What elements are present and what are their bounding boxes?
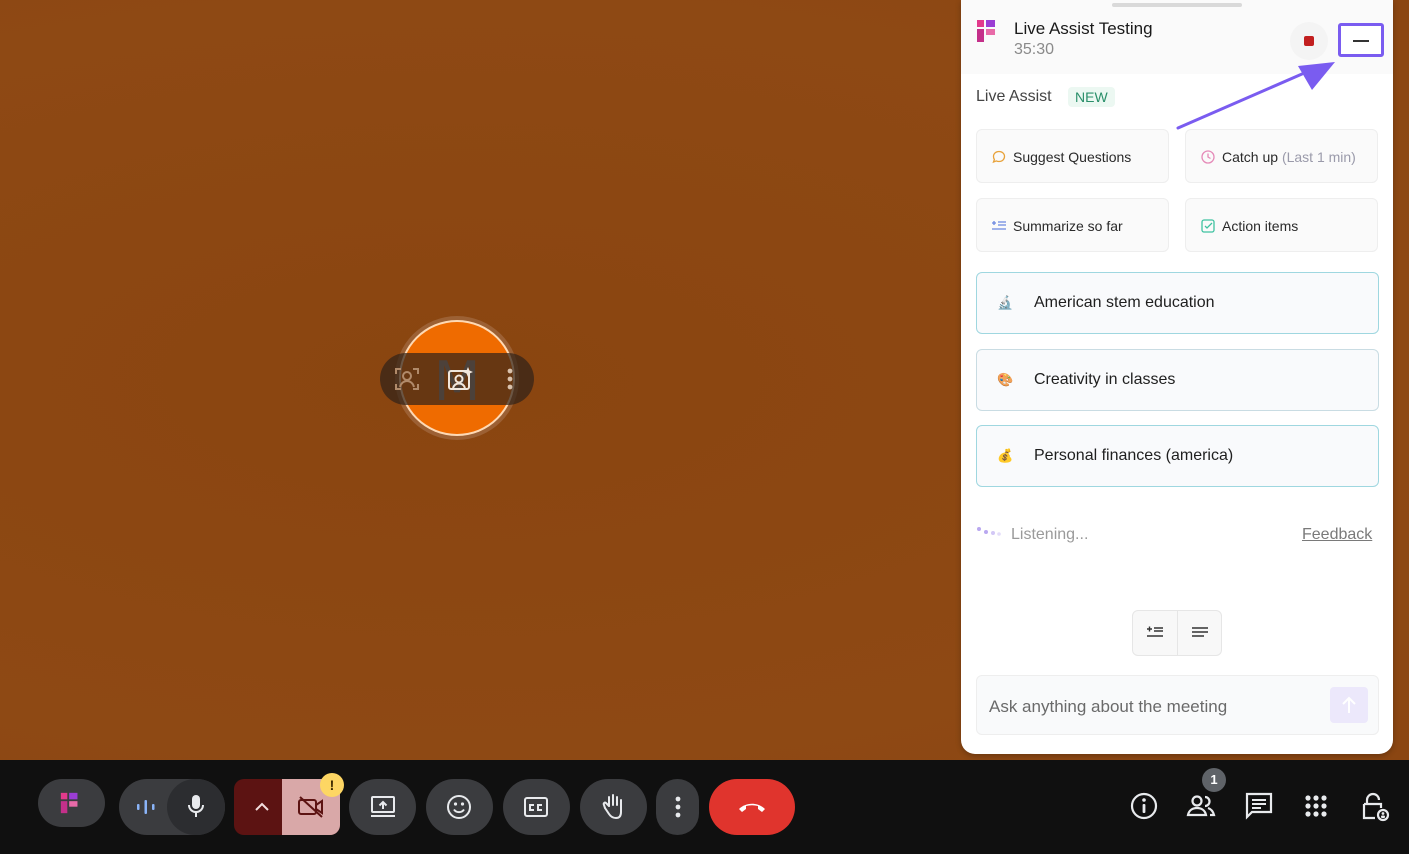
more-options-button[interactable]	[656, 779, 699, 835]
present-screen-icon	[371, 796, 395, 817]
new-badge: NEW	[1068, 87, 1115, 107]
transcript-mode-button[interactable]	[1178, 611, 1222, 655]
drag-handle[interactable]	[1112, 3, 1242, 7]
ask-input[interactable]	[987, 694, 1321, 720]
catch-up-button[interactable]: Catch up (Last 1 min)	[1185, 129, 1378, 183]
emoji-icon	[447, 795, 471, 819]
reactions-button[interactable]	[426, 779, 493, 835]
suggest-questions-button[interactable]: Suggest Questions	[976, 129, 1169, 183]
arrow-up-icon	[1342, 696, 1356, 713]
host-controls-lock-icon[interactable]	[1358, 790, 1390, 822]
activities-grid-icon[interactable]	[1300, 790, 1332, 822]
chip-suffix: (Last 1 min)	[1281, 149, 1356, 165]
chip-label-group: Catch up (Last 1 min)	[1222, 149, 1356, 165]
topic-label: Personal finances (america)	[1034, 447, 1234, 464]
chip-label: Summarize so far	[1013, 218, 1123, 234]
people-icon[interactable]	[1185, 790, 1217, 822]
chat-bubble-icon	[991, 149, 1007, 165]
palette-icon: 🎨	[997, 372, 1014, 387]
microphone-icon	[187, 795, 205, 817]
raise-hand-icon	[602, 794, 622, 820]
minimize-icon	[1353, 40, 1369, 42]
chip-label: Suggest Questions	[1013, 149, 1132, 165]
summary-mode-button[interactable]	[1133, 611, 1178, 655]
summary-list-icon	[991, 218, 1007, 234]
section-title: Live Assist	[976, 88, 1052, 105]
hang-up-icon	[739, 803, 765, 812]
chip-label: Action items	[1222, 218, 1299, 234]
tile-hover-toolbar	[380, 353, 534, 405]
ask-box	[976, 675, 1379, 735]
topic-card[interactable]: 🔬 American stem education	[976, 272, 1379, 334]
meeting-controls-bar: ! 1	[0, 760, 1409, 854]
microphone-button[interactable]	[167, 779, 225, 835]
topic-label: Creativity in classes	[1034, 371, 1176, 388]
chat-icon[interactable]	[1243, 790, 1275, 822]
microscope-icon: 🔬	[997, 295, 1014, 310]
participants-count-badge: 1	[1202, 768, 1226, 792]
feedback-link[interactable]: Feedback	[1302, 526, 1372, 544]
action-items-button[interactable]: Action items	[1185, 198, 1378, 252]
send-button[interactable]	[1330, 687, 1368, 723]
listening-status: Listening...	[1011, 526, 1089, 543]
view-mode-toggle	[1132, 610, 1222, 656]
chevron-up-icon[interactable]	[254, 802, 270, 812]
visual-effects-icon[interactable]	[446, 365, 474, 393]
raise-hand-button[interactable]	[580, 779, 647, 835]
stop-icon	[1304, 36, 1314, 46]
topic-card[interactable]: 💰 Personal finances (america)	[976, 425, 1379, 487]
present-screen-button[interactable]	[349, 779, 416, 835]
recording-timer: 35:30	[1014, 41, 1055, 58]
audio-level-icon	[137, 800, 155, 814]
listening-dots-icon	[976, 526, 1002, 540]
meeting-info-icon[interactable]	[1128, 790, 1160, 822]
summary-list-icon	[1147, 626, 1163, 637]
captions-button[interactable]	[503, 779, 570, 835]
money-bag-icon: 💰	[997, 448, 1014, 463]
checkbox-icon	[1200, 218, 1216, 234]
app-logo-icon	[975, 18, 1001, 44]
summarize-button[interactable]: Summarize so far	[976, 198, 1169, 252]
frame-person-icon[interactable]	[393, 365, 421, 393]
leave-call-button[interactable]	[709, 779, 795, 835]
topic-card[interactable]: 🎨 Creativity in classes	[976, 349, 1379, 411]
more-vert-icon	[675, 796, 681, 818]
app-logo-icon	[60, 792, 78, 814]
lines-icon	[1192, 627, 1208, 637]
topic-label: American stem education	[1034, 294, 1215, 311]
panel-title: Live Assist Testing	[1014, 19, 1153, 38]
camera-warning-badge: !	[320, 773, 344, 797]
extension-button[interactable]	[38, 779, 105, 827]
chip-label: Catch up	[1222, 149, 1279, 165]
audio-control-group	[119, 779, 225, 835]
camera-off-icon	[298, 796, 323, 818]
annotation-arrow-icon	[1176, 62, 1335, 130]
clock-icon	[1200, 149, 1216, 165]
closed-captions-icon	[524, 797, 548, 817]
more-vert-icon[interactable]	[498, 365, 526, 393]
